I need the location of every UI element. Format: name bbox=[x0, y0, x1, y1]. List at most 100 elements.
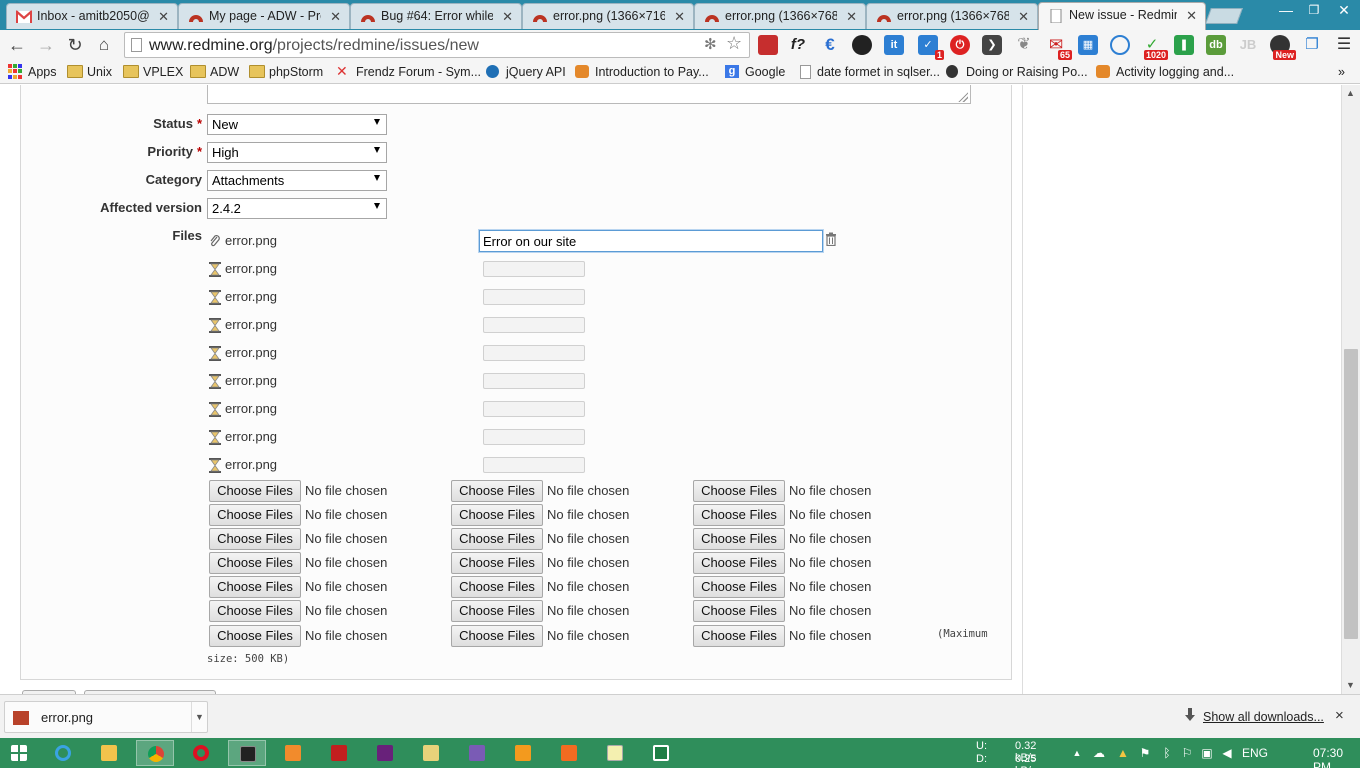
speedometer-extension-icon[interactable]: New bbox=[1270, 35, 1296, 60]
tray-expand-icon[interactable]: ▲ bbox=[1070, 746, 1084, 760]
evernote-extension-icon[interactable]: ❦ bbox=[1014, 35, 1034, 55]
flag-icon[interactable]: ⚑ bbox=[1138, 746, 1152, 760]
language-indicator[interactable]: ENG bbox=[1242, 746, 1268, 760]
taskbar-internet-explorer[interactable] bbox=[44, 740, 82, 766]
bookmark-frendz-forum[interactable]: ✕ Frendz Forum - Sym... bbox=[336, 63, 481, 81]
choose-files-button[interactable]: Choose Files bbox=[693, 576, 785, 598]
tab-close-icon[interactable]: ✕ bbox=[330, 9, 341, 25]
tab-close-icon[interactable]: ✕ bbox=[1186, 8, 1197, 24]
bookmark-star-icon[interactable]: ☆ bbox=[726, 33, 742, 54]
tab-error-png-768-a[interactable]: error.png (1366×768) ✕ bbox=[694, 3, 866, 29]
taskbar-tools[interactable] bbox=[412, 740, 450, 766]
resize-grip-icon[interactable] bbox=[958, 92, 968, 102]
file-description-input[interactable] bbox=[478, 229, 824, 253]
taskbar-notepad[interactable] bbox=[596, 740, 634, 766]
tab-close-icon[interactable]: ✕ bbox=[674, 9, 685, 25]
cloud-icon[interactable]: ☁ bbox=[1092, 746, 1106, 760]
network-icon[interactable]: ▣ bbox=[1200, 746, 1214, 760]
bookmark-vplex[interactable]: VPLEX bbox=[123, 63, 183, 81]
drive-icon[interactable]: ▲ bbox=[1116, 746, 1130, 760]
choose-files-button[interactable]: Choose Files bbox=[451, 600, 543, 622]
choose-files-button[interactable]: Choose Files bbox=[451, 625, 543, 647]
db-extension-icon[interactable]: db bbox=[1206, 35, 1226, 55]
clock[interactable]: 07:30 PM bbox=[1313, 746, 1343, 774]
choose-files-button[interactable]: Choose Files bbox=[693, 600, 785, 622]
bookmark-introduction-to-pay[interactable]: Introduction to Pay... bbox=[575, 63, 709, 81]
tab-error-png-768-b[interactable]: error.png (1366×768) ✕ bbox=[866, 3, 1038, 29]
choose-files-button[interactable]: Choose Files bbox=[693, 504, 785, 526]
menu-icon[interactable]: ☰ bbox=[1334, 35, 1354, 55]
close-icon[interactable]: × bbox=[1335, 707, 1344, 724]
choose-files-button[interactable]: Choose Files bbox=[451, 504, 543, 526]
taskbar-opera[interactable] bbox=[182, 740, 220, 766]
volume-icon[interactable]: ◀ bbox=[1220, 746, 1234, 760]
todo-extension-icon[interactable]: ✓ 1 bbox=[918, 35, 944, 60]
page-scrollbar[interactable]: ▲ ▼ bbox=[1341, 85, 1360, 694]
jb-extension-icon[interactable]: JB bbox=[1238, 35, 1258, 55]
taskbar-terminal[interactable] bbox=[228, 740, 266, 766]
tab-bug-64[interactable]: Bug #64: Error while attaching ✕ bbox=[350, 3, 522, 29]
choose-files-button[interactable]: Choose Files bbox=[451, 552, 543, 574]
bookmark-apps[interactable]: Apps bbox=[8, 63, 57, 81]
trash-icon[interactable] bbox=[825, 232, 837, 246]
tab-close-icon[interactable]: ✕ bbox=[158, 9, 169, 25]
action-center-flag-icon[interactable]: ⚐ bbox=[1180, 746, 1194, 760]
chevron-down-icon[interactable]: ▼ bbox=[191, 702, 207, 732]
tab-new-issue[interactable]: New issue - Redmine ✕ bbox=[1038, 2, 1206, 30]
tab-close-icon[interactable]: ✕ bbox=[502, 9, 513, 25]
choose-files-button[interactable]: Choose Files bbox=[209, 528, 301, 550]
euro-extension-icon[interactable]: € bbox=[820, 35, 840, 55]
function-extension-icon[interactable]: f? bbox=[788, 35, 808, 55]
choose-files-button[interactable]: Choose Files bbox=[693, 528, 785, 550]
choose-files-button[interactable]: Choose Files bbox=[209, 504, 301, 526]
choose-files-button[interactable]: Choose Files bbox=[451, 528, 543, 550]
scroll-down-icon[interactable]: ▼ bbox=[1346, 680, 1355, 690]
taskbar-chrome[interactable] bbox=[136, 740, 174, 766]
tab-my-page[interactable]: My page - ADW - Project ✕ bbox=[178, 3, 350, 29]
choose-files-button[interactable]: Choose Files bbox=[209, 552, 301, 574]
choose-files-button[interactable]: Choose Files bbox=[209, 480, 301, 502]
download-item[interactable]: error.png ▼ bbox=[4, 701, 208, 733]
status-select[interactable]: New bbox=[207, 114, 387, 135]
gear-icon[interactable]: ✻ bbox=[704, 35, 717, 53]
show-all-downloads-link[interactable]: Show all downloads... bbox=[1203, 710, 1324, 724]
green-bookmark-extension-icon[interactable]: ❚ bbox=[1174, 35, 1194, 55]
bookmark-adw[interactable]: ADW bbox=[190, 63, 239, 81]
bookmark-jquery-api[interactable]: jQuery API bbox=[486, 63, 566, 81]
tab-gmail-inbox[interactable]: Inbox - amitb2050@gmail.com ✕ bbox=[6, 3, 178, 29]
affected-version-select[interactable]: 2.4.2 bbox=[207, 198, 387, 219]
choose-files-button[interactable]: Choose Files bbox=[209, 625, 301, 647]
home-icon[interactable]: ⌂ bbox=[92, 34, 116, 56]
calendar-extension-icon[interactable]: ▦ bbox=[1078, 35, 1098, 55]
choose-files-button[interactable]: Choose Files bbox=[451, 576, 543, 598]
taskbar-vs-express[interactable] bbox=[458, 740, 496, 766]
category-select[interactable]: Attachments bbox=[207, 170, 387, 191]
taskbar-filezilla[interactable] bbox=[320, 740, 358, 766]
priority-select[interactable]: High bbox=[207, 142, 387, 163]
taskbar-xampp[interactable] bbox=[550, 740, 588, 766]
new-tab-button[interactable] bbox=[1205, 8, 1243, 24]
choose-files-button[interactable]: Choose Files bbox=[693, 480, 785, 502]
bookmark-unix[interactable]: Unix bbox=[67, 63, 112, 81]
taskbar-file-explorer[interactable] bbox=[90, 740, 128, 766]
bookmarks-overflow-chevron-icon[interactable]: » bbox=[1338, 63, 1345, 81]
tab-close-icon[interactable]: ✕ bbox=[1018, 9, 1029, 25]
stop-extension-icon[interactable]: ⏻ bbox=[950, 35, 970, 55]
reload-icon[interactable]: ↻ bbox=[63, 34, 87, 56]
address-bar[interactable]: www.redmine.org/projects/redmine/issues/… bbox=[124, 32, 750, 58]
restore-icon[interactable]: ❐ bbox=[1300, 0, 1328, 22]
aperture-extension-icon[interactable] bbox=[852, 35, 872, 55]
bookmark-doing-or-raising[interactable]: Doing or Raising Po... bbox=[946, 63, 1088, 81]
bluetooth-icon[interactable]: ᛒ bbox=[1160, 746, 1174, 760]
scroll-up-icon[interactable]: ▲ bbox=[1346, 88, 1355, 98]
tab-close-icon[interactable]: ✕ bbox=[846, 9, 857, 25]
bookmark-phpstorm[interactable]: phpStorm bbox=[249, 63, 323, 81]
bookmark-date-format[interactable]: date formet in sqlser... bbox=[797, 63, 940, 81]
mail-extension-icon[interactable]: ✉ 65 bbox=[1046, 35, 1072, 60]
window-extension-icon[interactable]: ❐ bbox=[1302, 35, 1322, 55]
start-button[interactable] bbox=[0, 740, 38, 766]
taskbar-php[interactable] bbox=[274, 740, 312, 766]
forward-icon[interactable]: → bbox=[34, 34, 58, 56]
choose-files-button[interactable]: Choose Files bbox=[209, 600, 301, 622]
choose-files-button[interactable]: Choose Files bbox=[693, 552, 785, 574]
